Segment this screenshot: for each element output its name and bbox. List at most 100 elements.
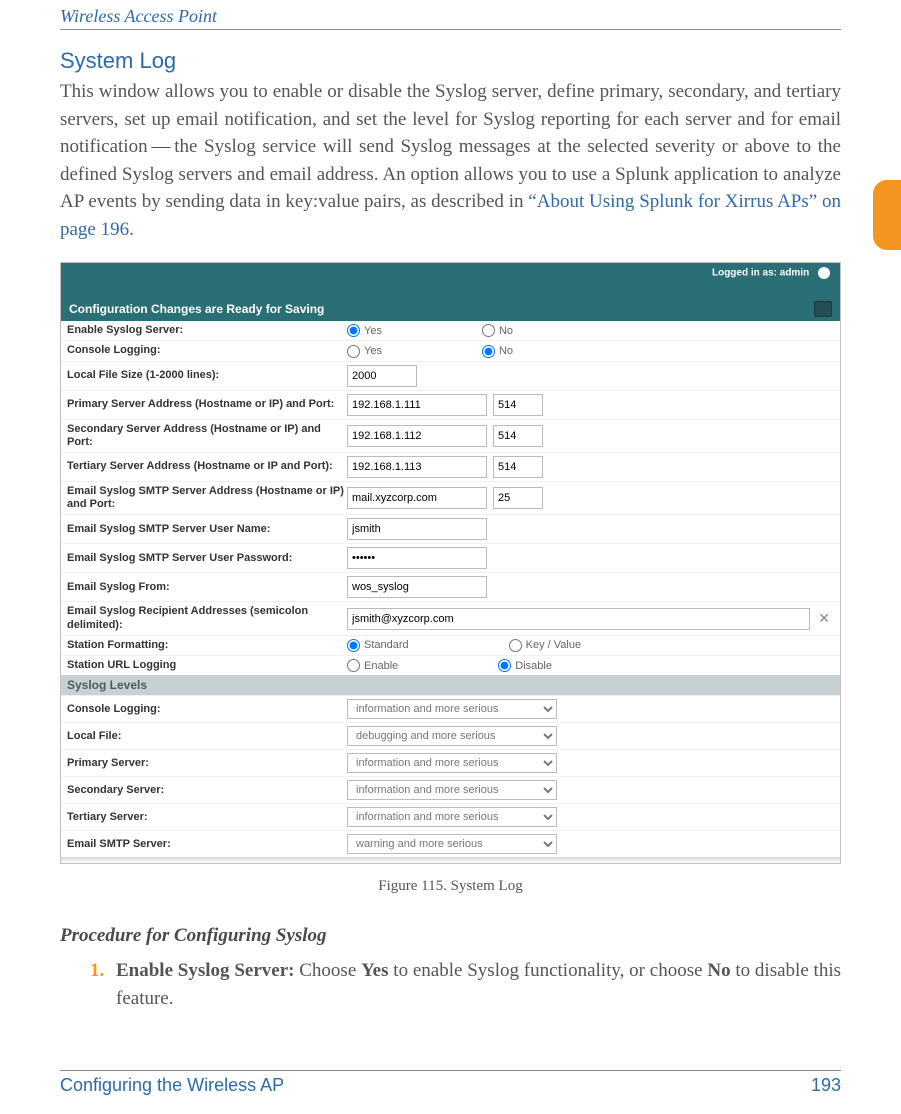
level-row-primary: Primary Server: information and more ser… — [61, 749, 840, 776]
radio-enable-no-label: No — [499, 325, 513, 337]
radio-fmt-standard-input[interactable] — [347, 639, 360, 652]
label-email-from: Email Syslog From: — [67, 581, 347, 594]
radio-enable-no-input[interactable] — [482, 324, 495, 337]
level-label-local: Local File: — [67, 730, 347, 743]
screenshot-system-log: Logged in as: admin Configuration Change… — [60, 262, 841, 864]
row-station-url-logging: Station URL Logging Enable Disable — [61, 655, 840, 675]
radio-url-enable-input[interactable] — [347, 659, 360, 672]
level-label-email: Email SMTP Server: — [67, 838, 347, 851]
label-primary-server: Primary Server Address (Hostname or IP) … — [67, 398, 347, 411]
radio-url-disable-input[interactable] — [498, 659, 511, 672]
level-label-primary: Primary Server: — [67, 757, 347, 770]
level-label-tertiary: Tertiary Server: — [67, 811, 347, 824]
select-level-email[interactable]: warning and more serious — [347, 834, 557, 854]
intro-paragraph: This window allows you to enable or disa… — [60, 78, 841, 243]
level-row-secondary: Secondary Server: information and more s… — [61, 776, 840, 803]
radio-url-enable-label: Enable — [364, 660, 398, 672]
row-enable-syslog: Enable Syslog Server: Yes No — [61, 321, 840, 340]
config-changes-text: Configuration Changes are Ready for Savi… — [69, 302, 324, 316]
row-station-formatting: Station Formatting: Standard Key / Value — [61, 635, 840, 655]
row-primary-server: Primary Server Address (Hostname or IP) … — [61, 390, 840, 419]
input-smtp-host[interactable] — [347, 487, 487, 509]
radio-enable-no[interactable]: No — [482, 324, 513, 337]
input-smtp-port[interactable] — [493, 487, 543, 509]
label-station-formatting: Station Formatting: — [67, 639, 347, 652]
row-smtp-user: Email Syslog SMTP Server User Name: — [61, 514, 840, 543]
side-tab — [873, 180, 901, 250]
save-icon[interactable] — [814, 301, 832, 317]
login-text: Logged in as: admin — [712, 268, 809, 279]
level-label-secondary: Secondary Server: — [67, 784, 347, 797]
radio-console-no[interactable]: No — [482, 345, 513, 358]
label-station-url-logging: Station URL Logging — [67, 659, 347, 672]
figure-caption: Figure 115. System Log — [60, 878, 841, 895]
procedure-list: 1. Enable Syslog Server: Choose Yes to e… — [60, 957, 841, 1012]
input-tertiary-host[interactable] — [347, 456, 487, 478]
level-label-console: Console Logging: — [67, 703, 347, 716]
input-smtp-user[interactable] — [347, 518, 487, 540]
radio-url-disable[interactable]: Disable — [498, 659, 552, 672]
input-secondary-host[interactable] — [347, 425, 487, 447]
radio-enable-yes-input[interactable] — [347, 324, 360, 337]
clear-recip-icon[interactable]: ✕ — [814, 610, 834, 627]
label-smtp-server: Email Syslog SMTP Server Address (Hostna… — [67, 485, 347, 511]
step-strong-yes: Yes — [361, 960, 388, 981]
radio-fmt-keyvalue[interactable]: Key / Value — [509, 639, 581, 652]
radio-console-no-label: No — [499, 345, 513, 357]
select-level-tertiary[interactable]: information and more serious — [347, 807, 557, 827]
radio-console-no-input[interactable] — [482, 345, 495, 358]
level-row-local: Local File: debugging and more serious — [61, 722, 840, 749]
label-secondary-server: Secondary Server Address (Hostname or IP… — [67, 423, 347, 449]
select-level-console[interactable]: information and more serious — [347, 699, 557, 719]
row-file-size: Local File Size (1-2000 lines): — [61, 361, 840, 390]
label-enable-syslog: Enable Syslog Server: — [67, 324, 347, 337]
input-smtp-pass[interactable] — [347, 547, 487, 569]
label-email-recip: Email Syslog Recipient Addresses (semico… — [67, 605, 347, 631]
user-icon — [818, 267, 830, 279]
procedure-step-1: 1. Enable Syslog Server: Choose Yes to e… — [90, 957, 841, 1012]
step-text-1d: to enable Syslog functionality, or choos… — [389, 960, 708, 981]
radio-fmt-standard[interactable]: Standard — [347, 639, 409, 652]
radio-fmt-keyvalue-input[interactable] — [509, 639, 522, 652]
input-tertiary-port[interactable] — [493, 456, 543, 478]
label-smtp-user: Email Syslog SMTP Server User Name: — [67, 523, 347, 536]
radio-fmt-standard-label: Standard — [364, 639, 409, 651]
header-rule — [60, 29, 841, 30]
row-smtp-pass: Email Syslog SMTP Server User Password: — [61, 543, 840, 572]
label-smtp-pass: Email Syslog SMTP Server User Password: — [67, 552, 347, 565]
shot-titlebar: Logged in as: admin — [61, 263, 840, 297]
radio-enable-yes-label: Yes — [364, 325, 382, 337]
input-email-from[interactable] — [347, 576, 487, 598]
row-tertiary-server: Tertiary Server Address (Hostname or IP … — [61, 452, 840, 481]
login-status: Logged in as: admin — [712, 267, 830, 279]
row-email-recip: Email Syslog Recipient Addresses (semico… — [61, 601, 840, 634]
shot-bottom-shadow — [61, 857, 840, 863]
level-row-email: Email SMTP Server: warning and more seri… — [61, 830, 840, 857]
syslog-levels-header: Syslog Levels — [61, 675, 840, 695]
page-footer: Configuring the Wireless AP 193 — [60, 1062, 841, 1096]
procedure-heading: Procedure for Configuring Syslog — [60, 925, 841, 947]
input-email-recip[interactable] — [347, 608, 810, 630]
label-tertiary-server: Tertiary Server Address (Hostname or IP … — [67, 460, 347, 473]
select-level-primary[interactable]: information and more serious — [347, 753, 557, 773]
running-head: Wireless Access Point — [60, 0, 841, 27]
step-strong-1: Enable Syslog Server: — [116, 960, 294, 981]
select-level-local[interactable]: debugging and more serious — [347, 726, 557, 746]
radio-url-disable-label: Disable — [515, 660, 552, 672]
step-number: 1. — [90, 957, 104, 985]
input-primary-port[interactable] — [493, 394, 543, 416]
step-text-1b: Choose — [294, 960, 361, 981]
radio-console-yes-input[interactable] — [347, 345, 360, 358]
step-strong-no: No — [707, 960, 730, 981]
row-smtp-server: Email Syslog SMTP Server Address (Hostna… — [61, 481, 840, 514]
radio-console-yes[interactable]: Yes — [347, 345, 382, 358]
select-level-secondary[interactable]: information and more serious — [347, 780, 557, 800]
radio-url-enable[interactable]: Enable — [347, 659, 398, 672]
input-primary-host[interactable] — [347, 394, 487, 416]
input-secondary-port[interactable] — [493, 425, 543, 447]
radio-enable-yes[interactable]: Yes — [347, 324, 382, 337]
row-secondary-server: Secondary Server Address (Hostname or IP… — [61, 419, 840, 452]
label-console-logging: Console Logging: — [67, 344, 347, 357]
input-file-size[interactable] — [347, 365, 417, 387]
level-row-console: Console Logging: information and more se… — [61, 695, 840, 722]
